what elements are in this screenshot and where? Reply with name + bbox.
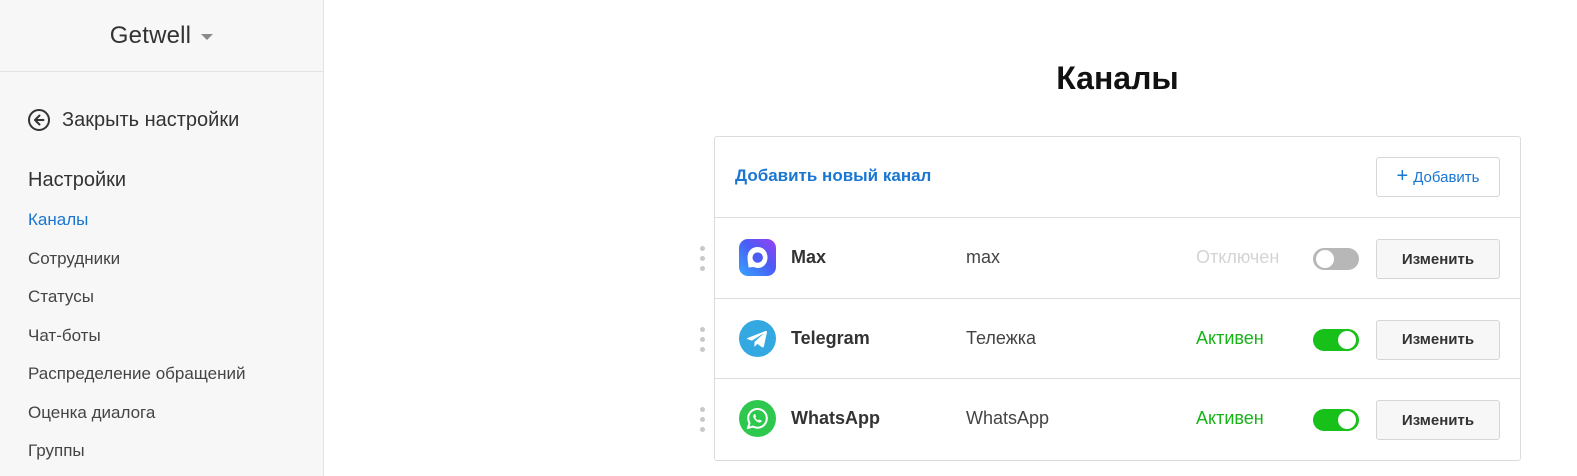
sidebar-item-routing[interactable]: Распределение обращений [28,363,245,402]
edit-channel-button[interactable]: Изменить [1376,239,1500,279]
add-button-label: Добавить [1413,168,1480,186]
channel-status: Активен [1196,408,1264,428]
channel-alias: max [966,247,1001,267]
channels-panel: Добавить новый канал + Добавить Max max … [700,136,1521,461]
sidebar-item-chatbots[interactable]: Чат-боты [28,325,245,364]
channel-status: Активен [1196,327,1264,348]
sidebar-item-statuses[interactable]: Статусы [28,286,245,325]
channel-toggle[interactable] [1313,328,1359,351]
channel-row-telegram: Telegram Тележка Активен Изменить [700,299,1520,379]
telegram-icon [739,319,776,357]
channel-name: Max [791,247,827,267]
max-icon [739,239,776,276]
channel-row-whatsapp: WhatsApp WhatsApp Активен Изменить [700,379,1520,460]
channel-name: Telegram [791,327,870,348]
channel-name: WhatsApp [791,408,880,428]
channel-status: Отключен [1196,247,1280,267]
edit-channel-button[interactable]: Изменить [1376,319,1500,360]
arrow-left-circle-icon [28,109,50,131]
workspace-switcher[interactable]: Getwell [0,0,323,72]
sidebar-item-groups[interactable]: Группы [28,440,245,476]
channel-toggle[interactable] [1313,248,1359,270]
channel-row-max: Max max Отключен Изменить [700,218,1520,299]
drag-handle-icon[interactable] [700,407,706,433]
channel-alias: Тележка [966,327,1037,348]
close-settings-label: Закрыть настройки [62,108,240,131]
chevron-down-icon [201,34,214,40]
sidebar-item-channels[interactable]: Каналы [28,209,245,248]
sidebar-item-dialog-rating[interactable]: Оценка диалога [28,402,245,441]
settings-nav: Каналы Сотрудники Статусы Чат-боты Распр… [28,209,245,476]
channel-alias: WhatsApp [966,408,1050,428]
close-settings-button[interactable]: Закрыть настройки [27,108,239,132]
channels-panel-header: Добавить новый канал + Добавить [715,137,1520,218]
workspace-name: Getwell [109,21,192,49]
edit-channel-button[interactable]: Изменить [1376,400,1500,440]
page-title: Каналы [1056,60,1179,96]
sidebar: Getwell Закрыть настройки Настройки Кана… [0,0,324,476]
plus-icon: + [1396,165,1409,187]
drag-handle-icon[interactable] [700,246,706,272]
drag-handle-icon[interactable] [700,326,706,353]
add-channel-button[interactable]: + Добавить [1376,157,1500,197]
channel-toggle[interactable] [1313,409,1359,431]
add-channel-label[interactable]: Добавить новый канал [735,166,931,186]
toggle-knob [1338,330,1356,349]
whatsapp-icon [739,400,776,437]
settings-heading: Настройки [28,169,127,191]
toggle-knob [1316,250,1334,268]
toggle-knob [1338,411,1356,429]
sidebar-item-employees[interactable]: Сотрудники [28,248,245,287]
